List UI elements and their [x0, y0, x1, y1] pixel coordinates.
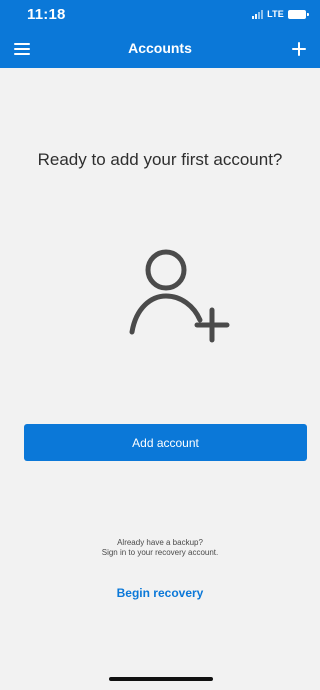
empty-state-title: Ready to add your first account? — [37, 150, 283, 169]
navigation-bar: Accounts — [0, 30, 320, 68]
add-user-icon — [129, 249, 230, 343]
add-account-header-button[interactable] — [287, 37, 311, 61]
recovery-hint: Sign in to your recovery account. — [101, 548, 219, 557]
network-label: LTE — [267, 9, 284, 19]
status-time: 11:18 — [27, 6, 66, 23]
app-header: 11:18 LTE Accounts — [0, 0, 320, 68]
signal-icon — [252, 9, 264, 19]
add-account-button[interactable]: Add account — [24, 424, 307, 461]
phone-screen: 11:18 LTE Accounts Ready to add your fir… — [0, 0, 320, 690]
battery-icon — [288, 9, 309, 19]
status-indicators: LTE — [252, 9, 309, 19]
page-title: Accounts — [128, 40, 192, 56]
begin-recovery-link[interactable]: Begin recovery — [0, 586, 320, 600]
main-content: Ready to add your first account? Add acc… — [0, 68, 320, 690]
backup-prompt: Already have a backup? — [117, 538, 203, 547]
status-bar: 11:18 LTE — [0, 0, 320, 30]
backup-info: Already have a backup? Sign in to your r… — [0, 538, 320, 558]
plus-icon — [292, 42, 306, 56]
home-indicator — [109, 677, 213, 681]
